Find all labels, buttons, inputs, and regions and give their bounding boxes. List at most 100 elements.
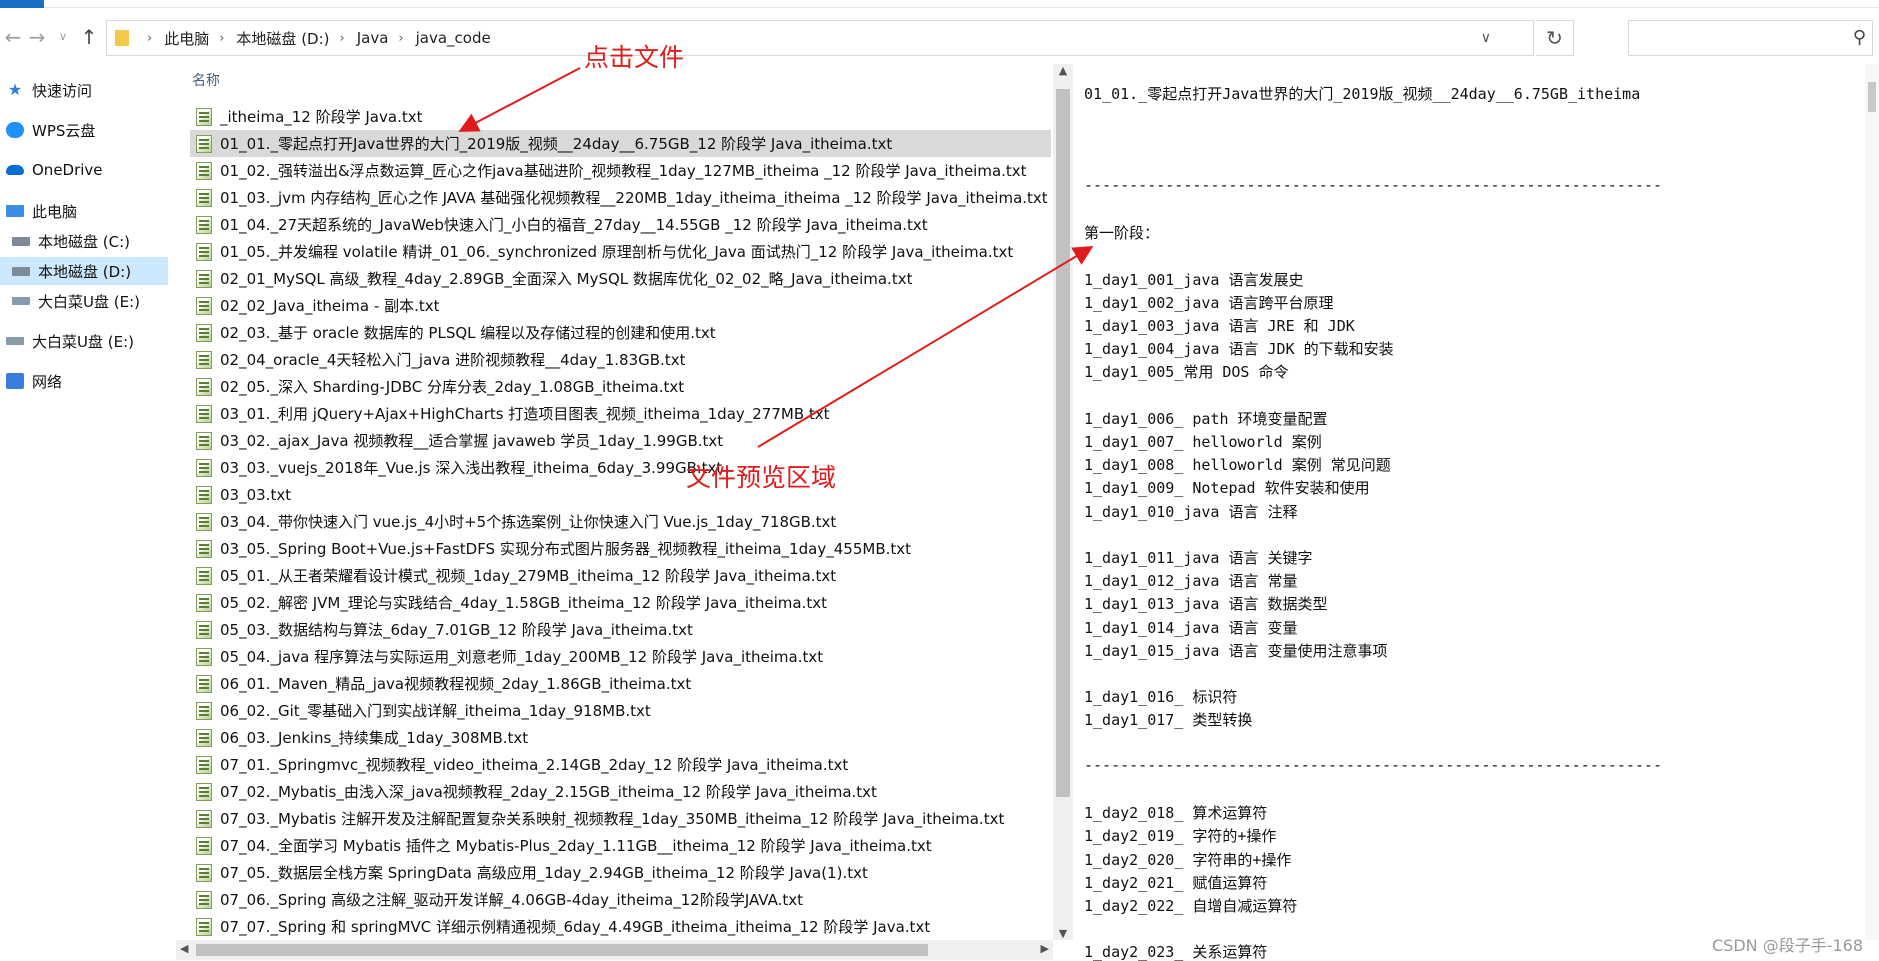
file-row[interactable]: 07_05._数据层全栈方案 SpringData 高级应用_1day_2.94… — [190, 859, 1051, 886]
file-row[interactable]: 02_03._基于 oracle 数据库的 PLSQL 编程以及存储过程的创建和… — [190, 319, 1051, 346]
preview-line: 1_day1_015_java 语言 变量使用注意事项 — [1084, 641, 1388, 660]
nav-item-onedrive[interactable]: OneDrive — [0, 156, 168, 184]
file-row[interactable]: 06_03._Jenkins_持续集成_1day_308MB.txt — [190, 724, 1051, 751]
file-list-vertical-scrollbar[interactable]: ▲ ▼ — [1053, 64, 1073, 940]
file-row[interactable]: 01_02._强转溢出&浮点数运算_匠心之作java基础进阶_视频教程_1day… — [190, 157, 1051, 184]
text-file-icon — [196, 269, 212, 288]
file-row[interactable]: 07_07._Spring 和 springMVC 详细示例精通视频_6day_… — [190, 913, 1051, 940]
folder-icon — [115, 30, 129, 46]
file-row[interactable]: 02_02_Java_itheima - 副本.txt — [190, 292, 1051, 319]
text-file-icon — [196, 755, 212, 774]
file-row[interactable]: 05_01._从王者荣耀看设计模式_视频_1day_279MB_itheima_… — [190, 562, 1051, 589]
file-row[interactable]: 03_01._利用 jQuery+Ajax+HighCharts 打造项目图表_… — [190, 400, 1051, 427]
file-row[interactable]: _itheima_12 阶段学 Java.txt — [190, 103, 1051, 130]
scroll-down-arrow-icon[interactable]: ▼ — [1053, 927, 1073, 940]
breadcrumb-item-this-pc[interactable]: 此电脑 — [164, 28, 209, 49]
preview-line: 1_day2_023_ 关系运算符 — [1084, 943, 1268, 961]
nav-item-this-pc[interactable]: 此电脑 — [0, 197, 168, 225]
text-file-icon — [196, 242, 212, 261]
nav-item-label: 快速访问 — [32, 81, 93, 100]
file-row[interactable]: 03_04._带你快速入门 vue.js_4小时+5个拣选案例_让你快速入门 V… — [190, 508, 1051, 535]
file-row[interactable]: 02_04_oracle_4天轻松入门_java 进阶视频教程__4day_1.… — [190, 346, 1051, 373]
address-dropdown-chevron-icon[interactable]: ∨ — [1481, 30, 1491, 46]
scrollbar-thumb[interactable] — [1868, 82, 1876, 112]
file-row[interactable]: 01_05._并发编程 volatile 精讲_01_06._synchroni… — [190, 238, 1051, 265]
text-file-icon — [196, 674, 212, 693]
file-name: 01_04._27天超系统的_JavaWeb快速入门_小白的福音_27day__… — [220, 216, 928, 234]
file-row[interactable]: 07_06._Spring 高级之注解_驱动开发详解_4.06GB-4day_i… — [190, 886, 1051, 913]
watermark: CSDN @段子手-168 — [1712, 936, 1864, 955]
preview-vertical-scrollbar[interactable] — [1865, 64, 1879, 940]
file-name: 02_04_oracle_4天轻松入门_java 进阶视频教程__4day_1.… — [220, 351, 686, 369]
file-row[interactable]: 03_03.txt — [190, 481, 1051, 508]
breadcrumb-separator-icon[interactable]: › — [219, 31, 224, 46]
column-header-name[interactable]: 名称 — [192, 70, 220, 90]
breadcrumb-separator-icon[interactable]: › — [147, 31, 152, 46]
nav-item-label: 本地磁盘 (C:) — [38, 232, 130, 251]
nav-item-usb-e[interactable]: 大白菜U盘 (E:) — [0, 287, 168, 315]
text-file-icon — [196, 296, 212, 315]
file-row[interactable]: 05_04._java 程序算法与实际运用_刘意老师_1day_200MB_12… — [190, 643, 1051, 670]
file-name: 07_04._全面学习 Mybatis 插件之 Mybatis-Plus_2da… — [220, 837, 932, 855]
preview-line: 1_day1_004_java 语言 JDK 的下载和安装 — [1084, 340, 1394, 359]
scrollbar-thumb[interactable] — [196, 944, 928, 956]
back-arrow-icon[interactable]: ← — [2, 26, 24, 48]
breadcrumb-item-java-code[interactable]: java_code — [416, 29, 491, 47]
forward-arrow-icon[interactable]: → — [26, 26, 48, 48]
file-row[interactable]: 06_01._Maven_精品_java视频教程视频_2day_1.86GB_i… — [190, 670, 1051, 697]
breadcrumb-separator-icon[interactable]: › — [398, 31, 403, 46]
nav-item-quick-access[interactable]: ★ 快速访问 — [0, 76, 168, 104]
scroll-right-arrow-icon[interactable]: ▶ — [1041, 942, 1049, 955]
file-row[interactable]: 05_02._解密 JVM_理论与实践结合_4day_1.58GB_itheim… — [190, 589, 1051, 616]
scroll-up-arrow-icon[interactable]: ▲ — [1053, 64, 1073, 77]
breadcrumb-item-java[interactable]: Java — [357, 29, 389, 47]
file-row[interactable]: 01_01._零起点打开Java世界的大门_2019版_视频__24day__6… — [190, 130, 1051, 157]
refresh-icon[interactable]: ↻ — [1536, 20, 1574, 56]
file-row[interactable]: 01_04._27天超系统的_JavaWeb快速入门_小白的福音_27day__… — [190, 211, 1051, 238]
annotation-click-file: 点击文件 — [584, 43, 685, 72]
file-row[interactable]: 03_05._Spring Boot+Vue.js+FastDFS 实现分布式图… — [190, 535, 1051, 562]
preview-pane[interactable]: 01_01._零起点打开Java世界的大门_2019版_视频__24day__6… — [1075, 60, 1865, 961]
up-arrow-icon[interactable]: ↑ — [78, 26, 100, 48]
file-name: 01_03._jvm 内存结构_匠心之作 JAVA 基础强化视频教程__220M… — [220, 189, 1048, 207]
nav-item-usb-e-root[interactable]: 大白菜U盘 (E:) — [0, 327, 168, 355]
file-tab[interactable] — [0, 0, 44, 8]
file-row[interactable]: 02_01_MySQL 高级_教程_4day_2.89GB_全面深入 MySQL… — [190, 265, 1051, 292]
file-row[interactable]: 02_05._深入 Sharding-JDBC 分库分表_2day_1.08GB… — [190, 373, 1051, 400]
preview-line: 1_day1_001_java 语言发展史 — [1084, 270, 1304, 289]
file-name: 05_03._数据结构与算法_6day_7.01GB_12 阶段学 Java_i… — [220, 621, 693, 639]
nav-item-label: 此电脑 — [32, 202, 78, 221]
text-file-icon — [196, 431, 212, 450]
file-row[interactable]: 07_03._Mybatis 注解开发及注解配置复杂关系映射_视频教程_1day… — [190, 805, 1051, 832]
file-list-horizontal-scrollbar[interactable]: ◀ ▶ — [176, 940, 1053, 960]
breadcrumb-separator-icon[interactable]: › — [340, 31, 345, 46]
recent-locations-chevron-icon[interactable]: ∨ — [52, 26, 74, 48]
text-file-icon — [196, 134, 212, 153]
file-row[interactable]: 07_01._Springmvc_视频教程_video_itheima_2.14… — [190, 751, 1051, 778]
file-name: 02_05._深入 Sharding-JDBC 分库分表_2day_1.08GB… — [220, 378, 685, 396]
nav-item-drive-c[interactable]: 本地磁盘 (C:) — [0, 227, 168, 255]
preview-line: 1_day1_014_java 语言 变量 — [1084, 618, 1298, 637]
scrollbar-thumb[interactable] — [1056, 89, 1070, 797]
scroll-left-arrow-icon[interactable]: ◀ — [180, 942, 188, 955]
file-name: _itheima_12 阶段学 Java.txt — [220, 108, 423, 126]
preview-line: 1_day1_005_常用 DOS 命令 — [1084, 363, 1289, 382]
file-row[interactable]: 03_02._ajax_Java 视频教程__适合掌握 javaweb 学员_1… — [190, 427, 1051, 454]
text-file-icon — [196, 647, 212, 666]
nav-item-drive-d[interactable]: 本地磁盘 (D:) — [0, 257, 168, 285]
search-icon[interactable]: ⚲ — [1853, 27, 1866, 48]
file-row[interactable]: 01_03._jvm 内存结构_匠心之作 JAVA 基础强化视频教程__220M… — [190, 184, 1051, 211]
file-name: 05_04._java 程序算法与实际运用_刘意老师_1day_200MB_12… — [220, 648, 824, 666]
text-file-icon — [196, 161, 212, 180]
file-row[interactable]: 06_02._Git_零基础入门到实战详解_itheima_1day_918MB… — [190, 697, 1051, 724]
search-input[interactable]: ⚲ — [1628, 20, 1873, 56]
file-row[interactable]: 07_04._全面学习 Mybatis 插件之 Mybatis-Plus_2da… — [190, 832, 1051, 859]
file-row[interactable]: 03_03._vuejs_2018年_Vue.js 深入浅出教程_itheima… — [190, 454, 1051, 481]
text-file-icon — [196, 593, 212, 612]
file-row[interactable]: 05_03._数据结构与算法_6day_7.01GB_12 阶段学 Java_i… — [190, 616, 1051, 643]
file-row[interactable]: 07_02._Mybatis_由浅入深_java视频教程_2day_2.15GB… — [190, 778, 1051, 805]
nav-item-wps-cloud[interactable]: WPS云盘 — [0, 116, 168, 144]
breadcrumb-item-drive-d[interactable]: 本地磁盘 (D:) — [236, 28, 329, 49]
address-bar[interactable]: › 此电脑 › 本地磁盘 (D:) › Java › java_code ∨ — [106, 20, 1534, 56]
nav-item-network[interactable]: 网络 — [0, 367, 168, 395]
